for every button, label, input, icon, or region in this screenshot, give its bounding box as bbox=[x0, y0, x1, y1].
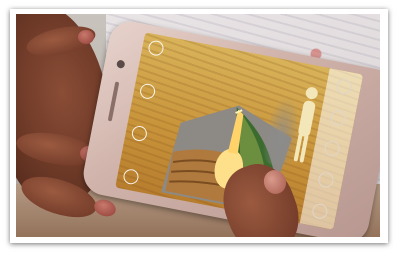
photo bbox=[16, 14, 380, 237]
circle-icon[interactable] bbox=[121, 167, 140, 186]
circle-icon[interactable] bbox=[334, 78, 353, 96]
left-fingernail bbox=[78, 30, 94, 44]
phone-speaker bbox=[107, 81, 120, 122]
front-camera bbox=[116, 59, 126, 69]
circle-icon[interactable] bbox=[322, 140, 341, 158]
circle-icon[interactable] bbox=[316, 171, 335, 189]
circle-icon[interactable] bbox=[328, 109, 347, 127]
circle-icon[interactable] bbox=[138, 82, 156, 100]
circle-icon[interactable] bbox=[130, 124, 148, 143]
circle-icon[interactable] bbox=[310, 202, 329, 220]
circle-icon[interactable] bbox=[146, 39, 165, 57]
